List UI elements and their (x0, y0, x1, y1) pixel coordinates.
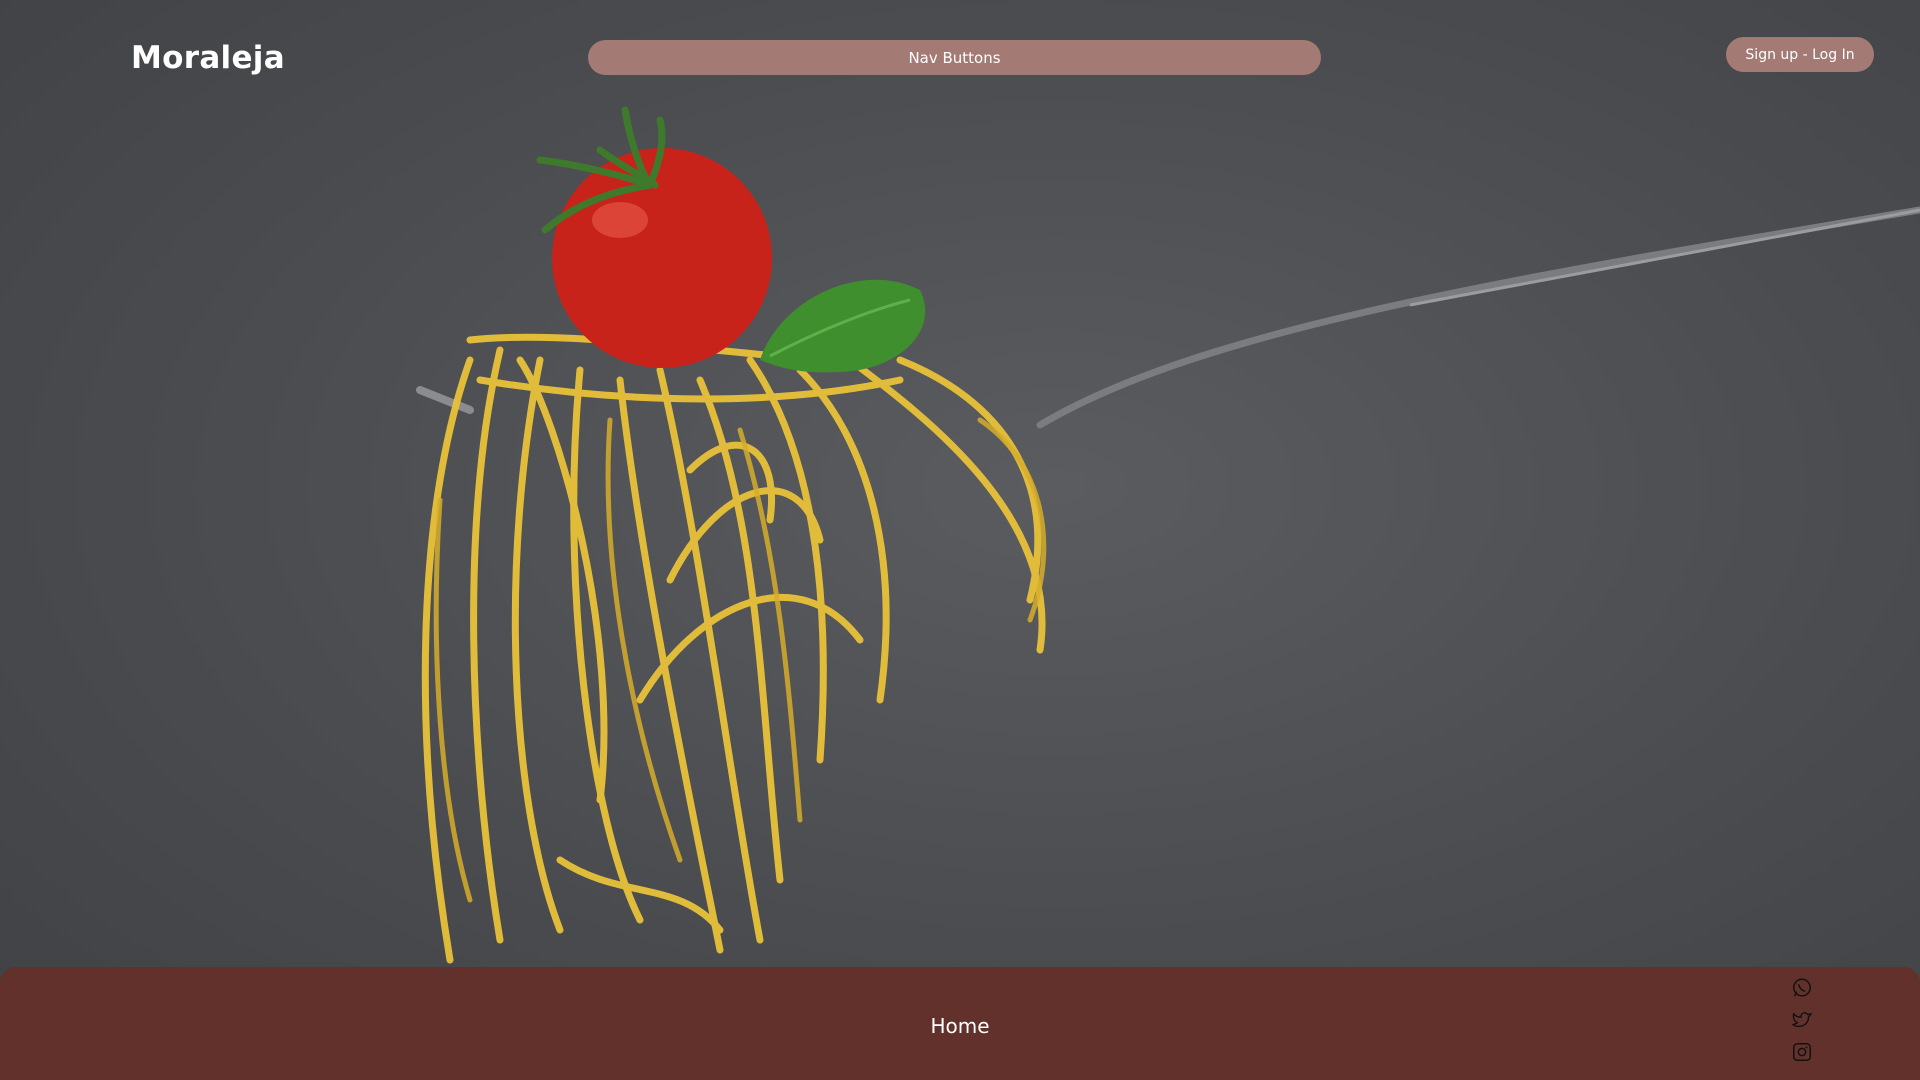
signup-login-button[interactable]: Sign up - Log In (1726, 37, 1874, 72)
hero-background (0, 0, 1920, 1080)
hero-pasta-image (416, 106, 1920, 964)
footer-home-link[interactable]: Home (0, 1014, 1920, 1038)
social-links (1790, 977, 1814, 1063)
twitter-icon[interactable] (1791, 1009, 1813, 1031)
nav-buttons-bar[interactable]: Nav Buttons (588, 40, 1321, 75)
footer: Home (0, 967, 1920, 1080)
site-logo[interactable]: Moraleja (131, 40, 285, 76)
whatsapp-icon[interactable] (1791, 977, 1813, 999)
instagram-icon[interactable] (1791, 1041, 1813, 1063)
